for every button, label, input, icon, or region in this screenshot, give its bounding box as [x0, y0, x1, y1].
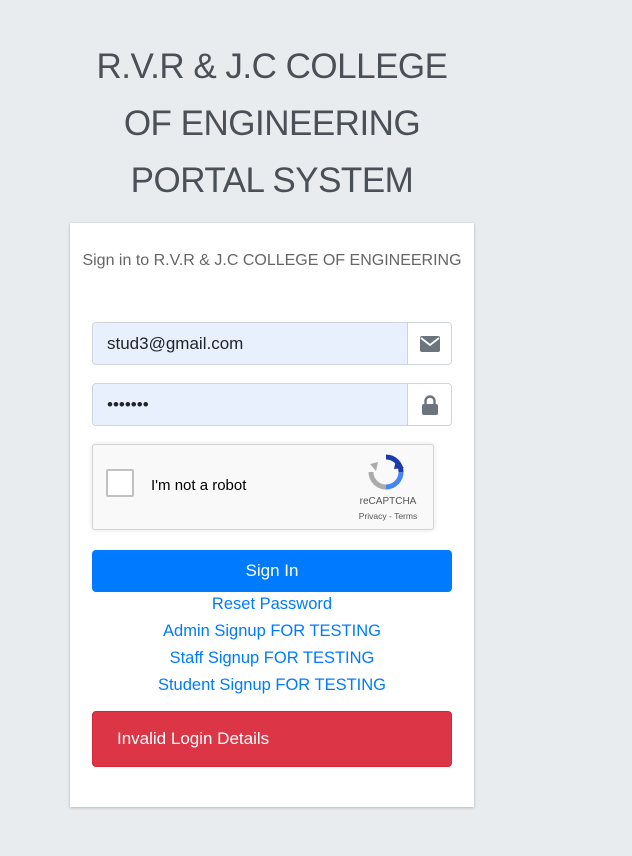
recaptcha-links: Privacy - Terms	[348, 511, 428, 521]
recaptcha-widget: I'm not a robot reCAPTCHA Privacy - Term…	[92, 444, 434, 530]
college-name: R.V.R & J.C COLLEGE OF ENGINEERING	[96, 47, 449, 143]
envelope-icon	[407, 323, 451, 364]
recaptcha-terms-link[interactable]: Terms	[394, 511, 417, 521]
recaptcha-label: I'm not a robot	[151, 477, 247, 494]
student-signup-link[interactable]: Student Signup FOR TESTING	[70, 676, 474, 695]
email-input-group	[92, 322, 452, 365]
recaptcha-privacy-link[interactable]: Privacy	[359, 511, 387, 521]
login-box-message: Sign in to R.V.R & J.C COLLEGE OF ENGINE…	[82, 252, 462, 269]
recaptcha-brand: reCAPTCHA	[359, 496, 417, 507]
reset-password-link[interactable]: Reset Password	[70, 595, 474, 614]
lock-icon	[407, 384, 451, 425]
password-input-group	[92, 383, 452, 426]
password-input[interactable]	[93, 384, 407, 425]
sign-in-button[interactable]: Sign In	[92, 550, 452, 592]
invalid-login-alert: Invalid Login Details	[92, 711, 452, 767]
login-card: Sign in to R.V.R & J.C COLLEGE OF ENGINE…	[70, 223, 474, 807]
staff-signup-link[interactable]: Staff Signup FOR TESTING	[70, 649, 474, 668]
email-input[interactable]	[93, 323, 407, 364]
admin-signup-link[interactable]: Admin Signup FOR TESTING	[70, 622, 474, 641]
portal-system-text: PORTAL SYSTEM	[130, 161, 414, 200]
portal-logo-title: R.V.R & J.C COLLEGE OF ENGINEERING PORTA…	[70, 38, 474, 209]
recaptcha-checkbox[interactable]	[106, 469, 134, 497]
recaptcha-logo-icon	[368, 454, 404, 495]
recaptcha-links-separator: -	[386, 511, 395, 521]
